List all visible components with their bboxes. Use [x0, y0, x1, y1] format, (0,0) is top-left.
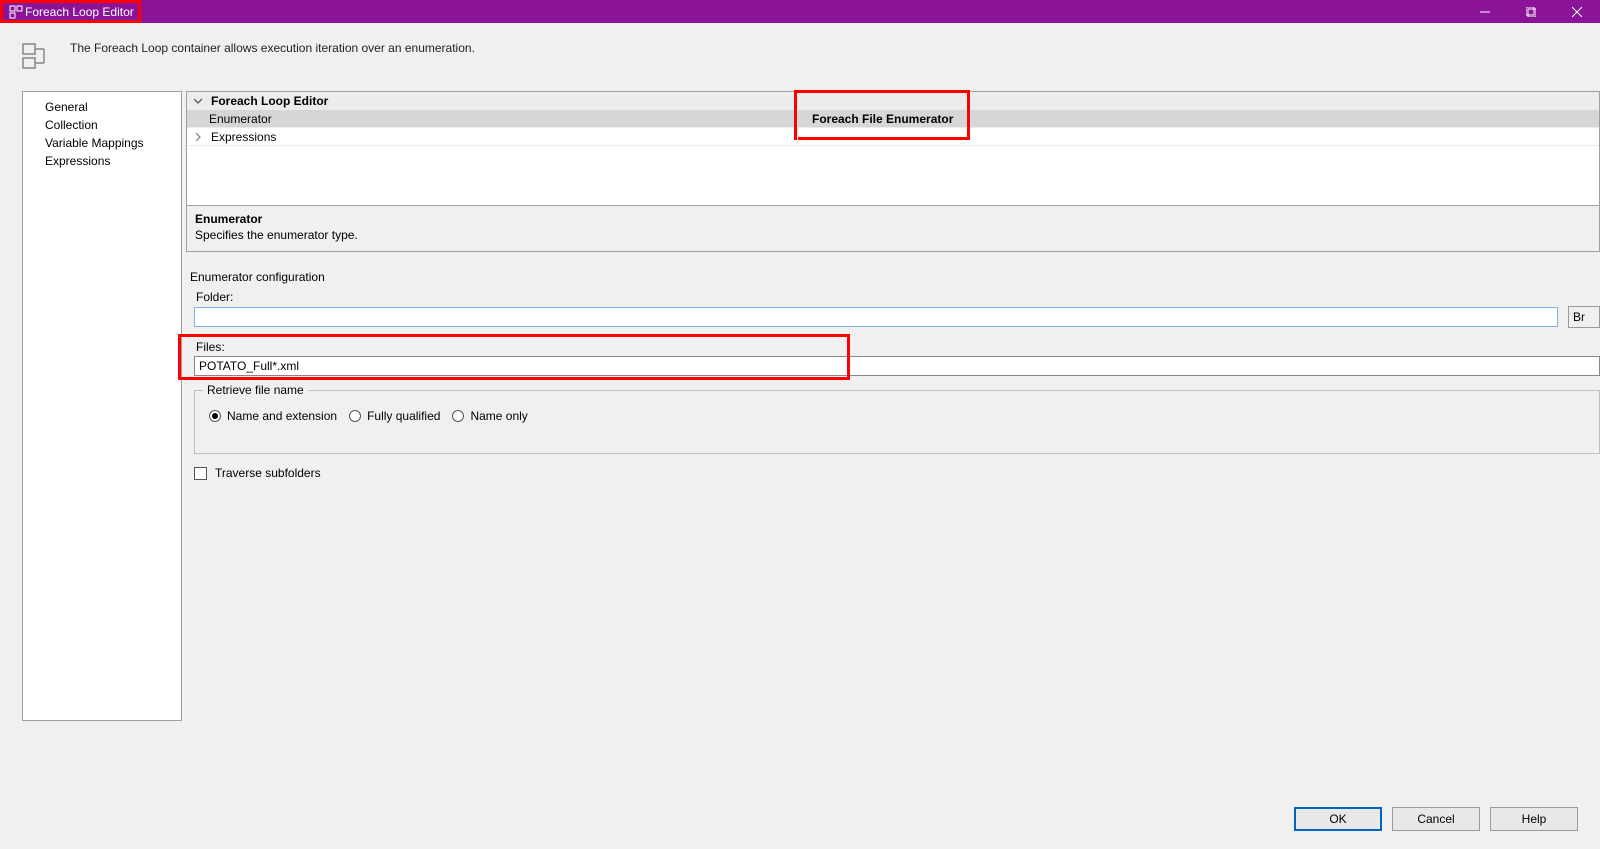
propgrid-header[interactable]: Foreach Loop Editor: [187, 92, 1599, 110]
propgrid-enumerator-name: Enumerator: [209, 110, 797, 127]
app-icon: [7, 3, 25, 21]
files-label: Files:: [196, 340, 1600, 354]
title-highlight: Foreach Loop Editor: [0, 0, 141, 23]
sidebar-item-general[interactable]: General: [23, 98, 181, 116]
maximize-button[interactable]: [1508, 0, 1554, 23]
description-text: The Foreach Loop container allows execut…: [70, 41, 475, 55]
radio-name-ext-label: Name and extension: [227, 409, 337, 423]
radio-name-only[interactable]: Name only: [452, 409, 527, 423]
ok-button[interactable]: OK: [1294, 807, 1382, 831]
container-icon: [22, 43, 56, 71]
main-panel: Foreach Loop Editor Enumerator Foreach F…: [182, 91, 1600, 721]
radio-fully-label: Fully qualified: [367, 409, 440, 423]
radio-fully-qualified[interactable]: Fully qualified: [349, 409, 440, 423]
propgrid-help: Enumerator Specifies the enumerator type…: [186, 206, 1600, 252]
propgrid-row-expressions[interactable]: Expressions: [187, 128, 1599, 146]
description-area: The Foreach Loop container allows execut…: [0, 23, 1600, 91]
enumerator-config-section: Enumerator configuration Folder: Br File…: [186, 270, 1600, 480]
minimize-button[interactable]: [1462, 0, 1508, 23]
radio-icon: [209, 410, 221, 422]
propgrid-row-enumerator[interactable]: Enumerator Foreach File Enumerator: [187, 110, 1599, 128]
category-sidebar: General Collection Variable Mappings Exp…: [22, 91, 182, 721]
property-grid: Foreach Loop Editor Enumerator Foreach F…: [186, 91, 1600, 206]
close-button[interactable]: [1554, 0, 1600, 23]
help-button[interactable]: Help: [1490, 807, 1578, 831]
expand-icon[interactable]: [187, 128, 209, 145]
propgrid-header-label: Foreach Loop Editor: [209, 92, 797, 109]
radio-name-ext[interactable]: Name and extension: [209, 409, 337, 423]
folder-label: Folder:: [196, 290, 1600, 304]
traverse-checkbox-row[interactable]: Traverse subfolders: [194, 466, 1600, 480]
folder-input[interactable]: [194, 307, 1558, 327]
traverse-label: Traverse subfolders: [215, 466, 321, 480]
enum-config-label: Enumerator configuration: [190, 270, 1600, 284]
sidebar-item-collection[interactable]: Collection: [23, 116, 181, 134]
checkbox-icon[interactable]: [194, 467, 207, 480]
radio-icon: [349, 410, 361, 422]
cancel-button[interactable]: Cancel: [1392, 807, 1480, 831]
window-controls: [1462, 0, 1600, 23]
dialog-button-row: OK Cancel Help: [1294, 807, 1578, 831]
browse-button[interactable]: Br: [1568, 306, 1600, 328]
radio-name-only-label: Name only: [470, 409, 527, 423]
radio-icon: [452, 410, 464, 422]
retrieve-fieldset: Retrieve file name Name and extension Fu…: [194, 390, 1600, 454]
sidebar-item-expressions[interactable]: Expressions: [23, 152, 181, 170]
window-titlebar: Foreach Loop Editor: [0, 0, 1600, 23]
propgrid-help-title: Enumerator: [195, 212, 1591, 226]
propgrid-enumerator-value: Foreach File Enumerator: [798, 112, 1599, 126]
window-title: Foreach Loop Editor: [25, 5, 134, 19]
collapse-icon[interactable]: [187, 92, 209, 109]
propgrid-expressions-name: Expressions: [209, 128, 797, 145]
propgrid-help-desc: Specifies the enumerator type.: [195, 228, 1591, 242]
files-input[interactable]: [194, 356, 1600, 376]
sidebar-item-variable-mappings[interactable]: Variable Mappings: [23, 134, 181, 152]
retrieve-legend: Retrieve file name: [203, 383, 308, 397]
